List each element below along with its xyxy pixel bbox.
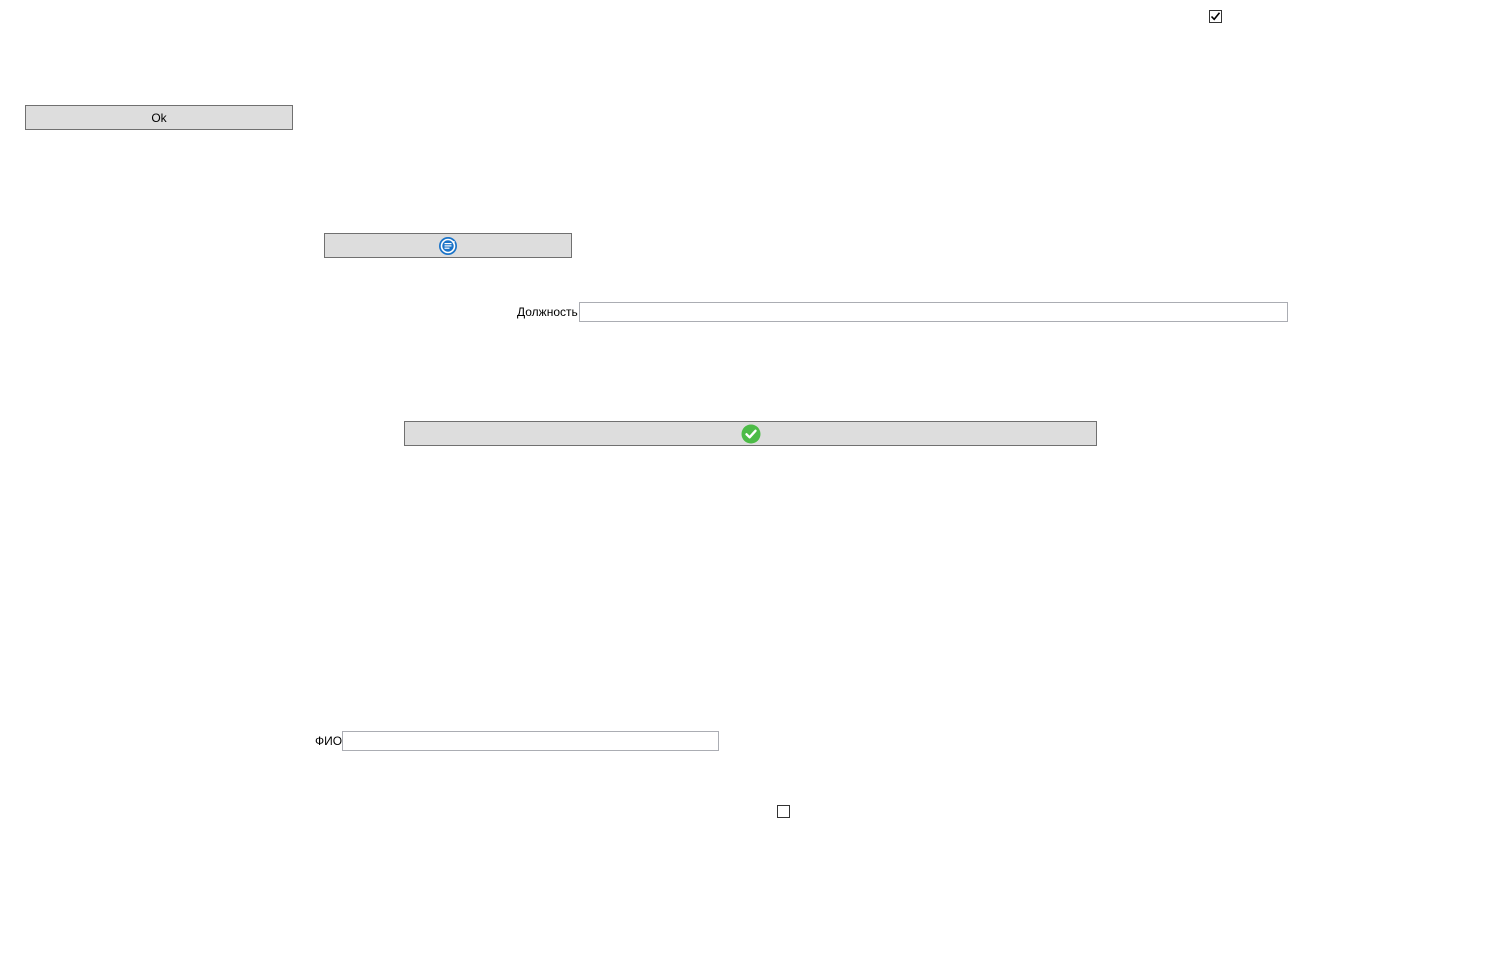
checkmark-icon: [1210, 12, 1221, 21]
fio-label: ФИО: [315, 734, 343, 748]
position-input[interactable]: [579, 302, 1288, 322]
confirm-button[interactable]: [404, 421, 1097, 446]
top-checkbox[interactable]: [1209, 10, 1222, 23]
green-check-icon: [741, 424, 760, 443]
fio-input[interactable]: [342, 731, 719, 751]
ok-button[interactable]: Ok: [25, 105, 293, 130]
ok-button-label: Ok: [151, 110, 167, 125]
sync-icon: [439, 236, 457, 255]
position-label: Должность: [517, 305, 578, 319]
refresh-button[interactable]: [324, 233, 572, 258]
bottom-checkbox[interactable]: [777, 805, 790, 818]
